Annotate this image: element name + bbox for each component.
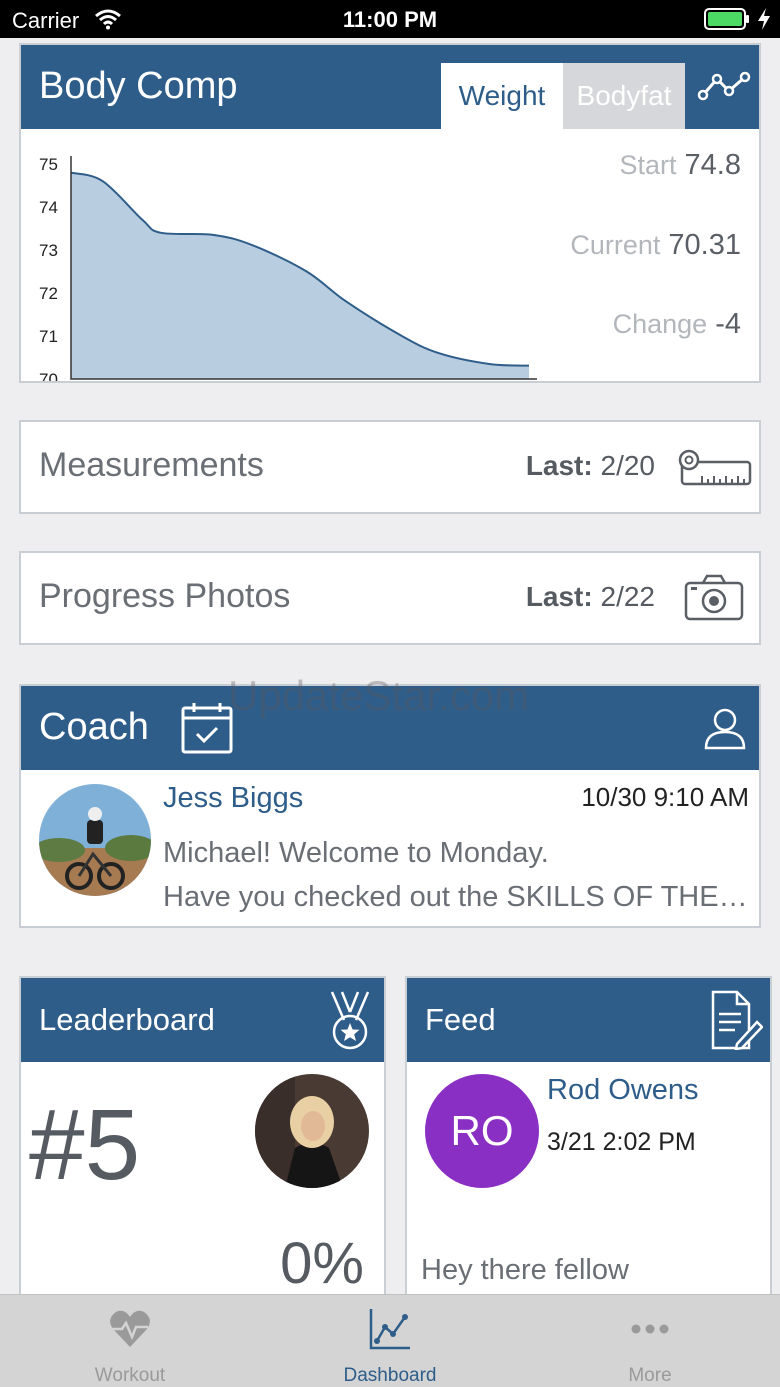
stat-change-value: -4 [715,308,741,340]
measurements-row[interactable]: Measurements Last: 2/20 [19,420,761,514]
y-tick-label: 75 [39,155,58,174]
user-profile-icon[interactable] [703,706,747,750]
tab-bar: Workout Dashboard More [0,1294,780,1387]
stat-start: Start 74.8 [620,149,741,182]
y-tick-label: 72 [39,284,58,303]
y-tick-label: 73 [39,241,58,260]
trend-line-icon[interactable] [697,69,753,105]
status-time: 11:00 PM [342,7,438,32]
progress-photos-last: Last: 2/22 [526,581,655,613]
charging-bolt-icon [758,8,770,30]
body-comp-header: Body Comp Weight Bodyfat [21,45,759,129]
coach-photo [39,784,151,896]
status-bar: Carrier 11:00 PM [0,0,780,38]
tab-workout[interactable]: Workout [0,1295,260,1387]
feed-header: Feed [407,978,770,1062]
leaderboard-rank: #5 [29,1089,141,1201]
calendar-check-icon[interactable] [179,700,235,756]
y-tick-label: 74 [39,198,58,217]
coach-card[interactable]: Coach Jess Biggs 10/30 9:10 AM Michael! … [19,684,761,928]
leaderboard-avatar[interactable] [255,1074,369,1188]
compose-document-icon[interactable] [707,990,763,1050]
tab-workout-label: Workout [94,1365,166,1386]
stat-start-value: 74.8 [684,149,741,181]
y-tick-label: 71 [39,327,58,346]
weight-area [71,172,529,379]
y-tick-label: 70 [39,370,58,381]
tab-dashboard-label: Dashboard [343,1365,437,1386]
battery-icon [704,8,749,30]
progress-photos-title: Progress Photos [39,577,291,615]
more-dots-icon [631,1324,669,1334]
tab-bodyfat[interactable]: Bodyfat [563,63,685,129]
leaderboard-card[interactable]: Leaderboard #5 0% [19,976,386,1306]
leaderboard-header: Leaderboard [21,978,384,1062]
coach-avatar[interactable] [39,784,151,896]
stat-start-label: Start [619,150,677,180]
feed-title: Feed [425,1002,496,1037]
leaderboard-title: Leaderboard [39,1002,215,1037]
measurements-last-label: Last: [525,450,593,481]
tape-measure-icon [678,449,752,486]
body-comp-title: Body Comp [39,65,238,107]
tab-dashboard[interactable]: Dashboard [260,1295,520,1387]
camera-icon [684,574,744,621]
app-screen: Carrier 11:00 PM Body Comp Weight Bodyfa… [0,0,780,1387]
coach-title: Coach [39,706,149,748]
tab-more-label: More [628,1365,672,1386]
progress-photos-last-value: 2/22 [600,581,656,612]
stat-change: Change -4 [613,308,741,341]
tab-weight[interactable]: Weight [441,63,563,129]
leaderboard-photo [255,1074,369,1188]
progress-photos-last-label: Last: [525,581,593,612]
measurements-title: Measurements [39,446,264,484]
line-chart-icon [369,1309,410,1350]
coach-message-line-1: Michael! Welcome to Monday. [163,837,549,869]
coach-time: 10/30 9:10 AM [581,782,749,812]
coach-header: Coach [21,686,759,770]
feed-message: Hey there fellow [421,1254,629,1286]
progress-photos-row[interactable]: Progress Photos Last: 2/22 [19,551,761,645]
coach-message-line-2: Have you checked out the SKILLS OF THE W… [163,881,751,913]
leaderboard-percent: 0% [280,1231,364,1296]
medal-icon [330,991,370,1050]
coach-name: Jess Biggs [163,782,304,814]
coach-message: Michael! Welcome to Monday. Have you che… [163,831,751,919]
stat-current: Current 70.31 [570,229,741,262]
tab-more[interactable]: More [520,1295,780,1387]
heart-pulse-icon [110,1310,150,1347]
feed-avatar[interactable]: RO [425,1074,539,1188]
measurements-last-value: 2/20 [600,450,656,481]
stat-current-label: Current [570,230,661,260]
body-comp-card[interactable]: Body Comp Weight Bodyfat 75747372717010/… [19,43,761,383]
feed-card[interactable]: Feed RO Rod Owens 3/21 2:02 PM Hey there… [405,976,772,1306]
stat-current-value: 70.31 [668,229,741,261]
feed-author: Rod Owens [547,1074,699,1106]
stat-change-label: Change [612,309,708,339]
measurements-last: Last: 2/20 [526,450,655,482]
feed-time: 3/21 2:02 PM [547,1128,696,1156]
weight-chart: 75747372717010/0811/1112/161/202/243/30 [39,155,537,381]
